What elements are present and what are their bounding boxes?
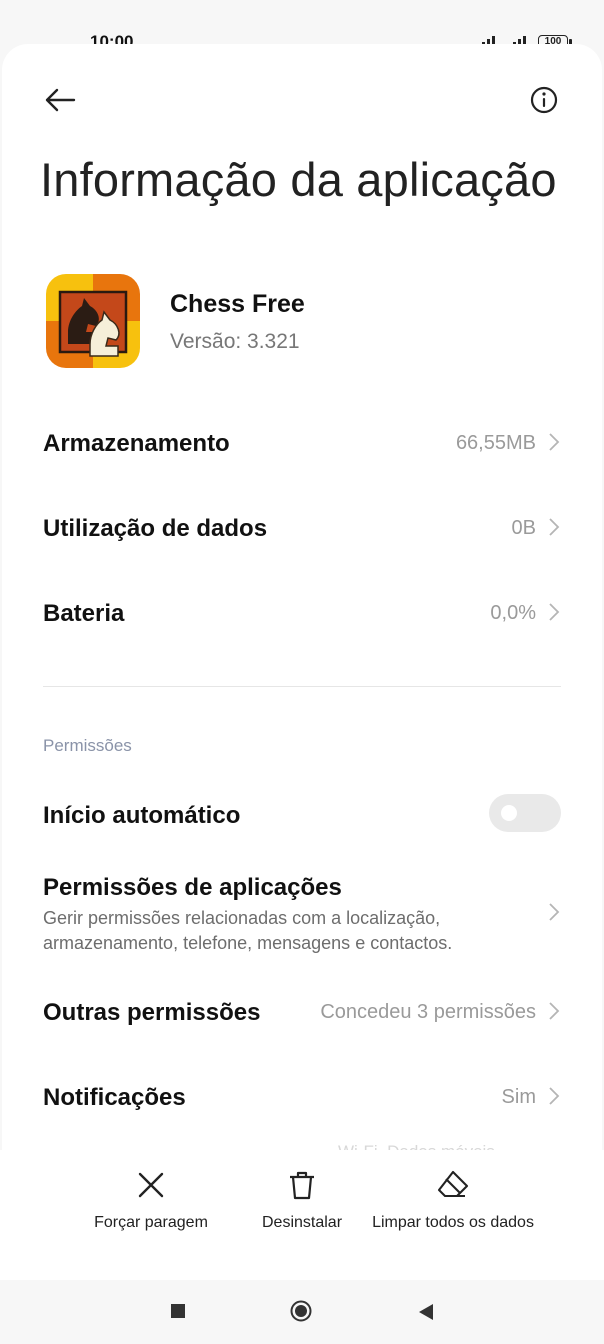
force-stop-button[interactable]: Forçar paragem bbox=[66, 1170, 236, 1234]
toggle-knob bbox=[501, 805, 517, 821]
force-stop-label: Forçar paragem bbox=[94, 1214, 208, 1231]
data-usage-value: 0B bbox=[511, 517, 536, 539]
trash-icon bbox=[290, 1171, 314, 1200]
battery-value: 0,0% bbox=[490, 602, 536, 624]
info-icon[interactable] bbox=[528, 84, 560, 116]
data-usage-row[interactable]: Utilização de dados 0B bbox=[0, 491, 604, 561]
clear-data-label: Limpar todos os dados bbox=[372, 1214, 534, 1231]
notifications-label: Notificações bbox=[43, 1084, 186, 1111]
home-circle-icon[interactable] bbox=[290, 1300, 312, 1322]
chevron-right-icon bbox=[549, 1002, 560, 1020]
recents-square-icon[interactable] bbox=[171, 1304, 185, 1318]
app-name: Chess Free bbox=[170, 290, 305, 318]
system-nav-bar bbox=[0, 1280, 604, 1344]
app-icon bbox=[46, 274, 140, 368]
data-usage-label: Utilização de dados bbox=[43, 515, 268, 542]
status-bar: 10:00 100 bbox=[0, 0, 604, 51]
back-arrow-icon[interactable] bbox=[42, 84, 78, 116]
back-triangle-icon[interactable] bbox=[417, 1302, 435, 1322]
other-permissions-value: Concedeu 3 permissões bbox=[320, 1001, 536, 1023]
autostart-label: Início automático bbox=[43, 802, 241, 829]
chevron-right-icon bbox=[549, 433, 560, 451]
chevron-right-icon bbox=[549, 1087, 560, 1105]
battery-row[interactable]: Bateria 0,0% bbox=[0, 576, 604, 646]
notifications-value: Sim bbox=[501, 1086, 536, 1108]
permissions-section-title: Permissões bbox=[43, 736, 132, 755]
app-version: Versão: 3.321 bbox=[170, 330, 300, 353]
app-permissions-label: Permissões de aplicações bbox=[43, 874, 342, 901]
eraser-icon bbox=[437, 1170, 469, 1198]
uninstall-label: Desinstalar bbox=[261, 1214, 343, 1231]
storage-label: Armazenamento bbox=[43, 430, 230, 457]
uninstall-button[interactable]: Desinstalar bbox=[217, 1170, 387, 1234]
clear-data-button[interactable]: Limpar todos os dados bbox=[368, 1170, 538, 1234]
autostart-toggle[interactable] bbox=[489, 794, 561, 832]
section-divider bbox=[43, 686, 561, 687]
app-permissions-description: Gerir permissões relacionadas com a loca… bbox=[43, 908, 453, 953]
bottom-action-bar: Forçar paragem Desinstalar Limpar todos … bbox=[0, 1150, 604, 1280]
notifications-row[interactable]: Notificações Sim bbox=[0, 1060, 604, 1130]
storage-value: 66,55MB bbox=[455, 432, 536, 454]
close-x-icon bbox=[138, 1172, 164, 1198]
chevron-right-icon bbox=[549, 603, 560, 621]
chevron-right-icon bbox=[549, 518, 560, 536]
battery-label: Bateria bbox=[43, 600, 125, 627]
other-permissions-row[interactable]: Outras permissões Concedeu 3 permissões bbox=[0, 975, 604, 1045]
chevron-right-icon bbox=[549, 903, 560, 921]
other-permissions-label: Outras permissões bbox=[43, 999, 261, 1026]
storage-row[interactable]: Armazenamento 66,55MB bbox=[0, 406, 604, 476]
page-title: Informação da aplicação bbox=[40, 153, 557, 206]
